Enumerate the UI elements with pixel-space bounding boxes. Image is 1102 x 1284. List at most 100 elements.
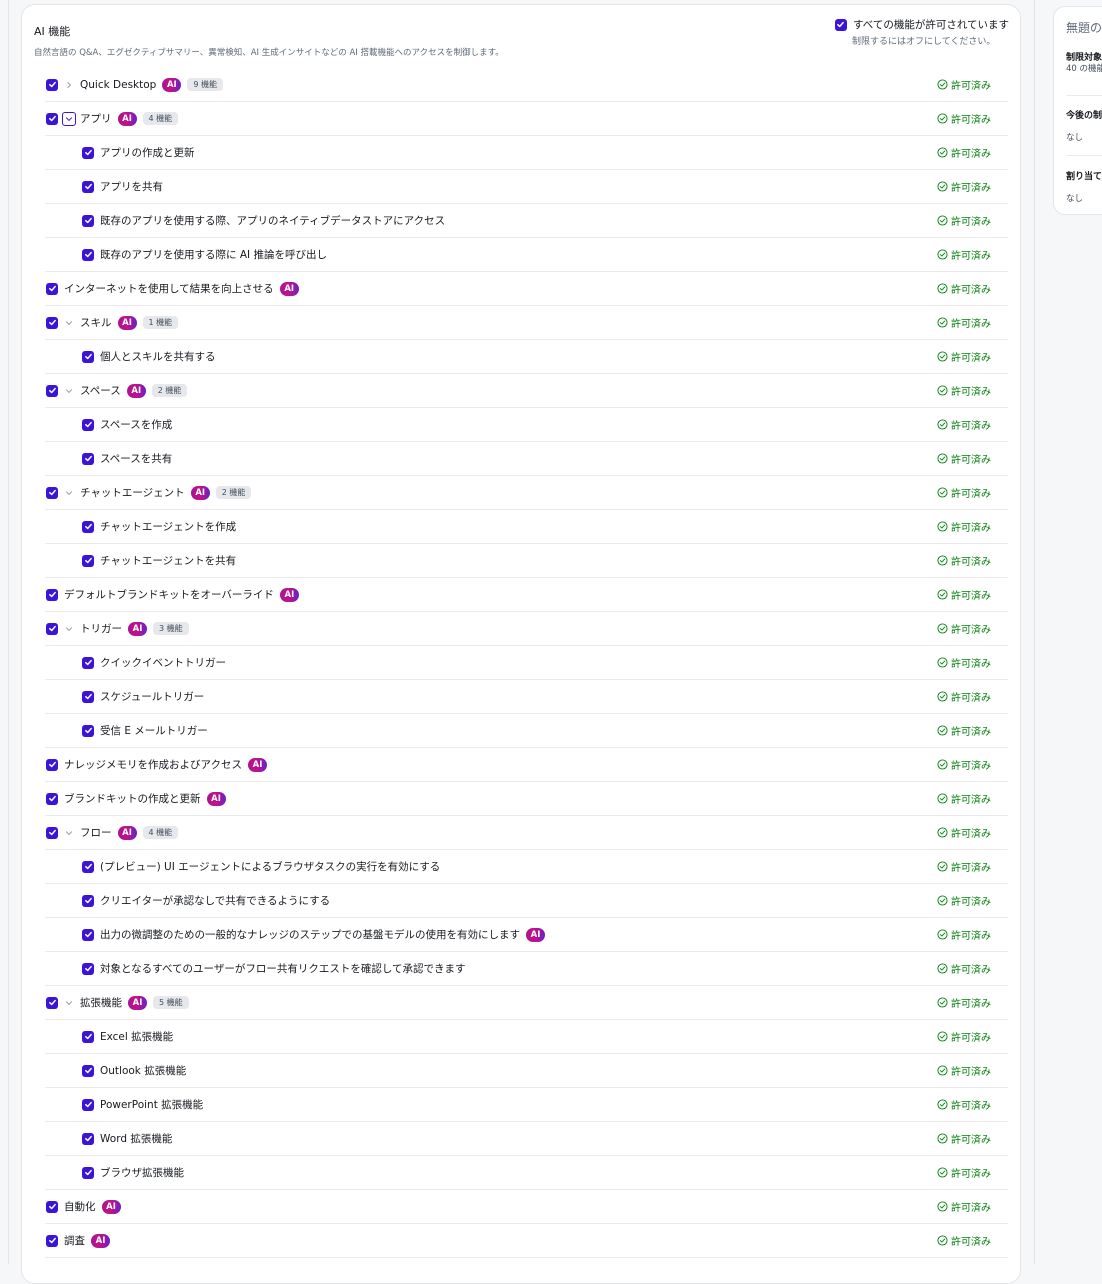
feature-checkbox[interactable] [82,894,94,907]
feature-count-badge: 9 機能 [187,78,223,91]
feature-checkbox[interactable] [82,656,94,669]
section-description: 自然言語の Q&A、エグゼクティブサマリー、異常検知、AI 生成インサイトなどの… [34,48,504,58]
feature-row-main: スペース AI 2 機能 [45,383,188,398]
feature-checkbox[interactable] [46,78,58,91]
feature-checkbox[interactable] [46,112,58,125]
status-allowed: 許可済み [937,825,991,840]
chevron-down-icon[interactable] [62,996,76,1010]
feature-checkbox[interactable] [46,1200,58,1213]
feature-checkbox[interactable] [82,860,94,873]
ai-features-panel: AI 機能 自然言語の Q&A、エグゼクティブサマリー、異常検知、AI 生成イン… [21,4,1021,1284]
feature-checkbox[interactable] [82,248,94,261]
status-allowed: 許可済み [937,791,991,806]
check-circle-icon [937,249,948,260]
feature-row: ナレッジメモリを作成およびアクセス AI 許可済み [45,748,1008,782]
chevron-down-icon[interactable] [62,486,76,500]
feature-checkbox[interactable] [82,1132,94,1145]
feature-checkbox[interactable] [82,214,94,227]
feature-label: 個人とスキルを共有する [100,351,216,363]
feature-row: チャットエージェントを作成 許可済み [45,510,1008,544]
feature-checkbox[interactable] [82,180,94,193]
status-allowed: 許可済み [937,145,991,160]
check-circle-icon [937,521,948,532]
status-label: 許可済み [951,863,991,874]
feature-checkbox[interactable] [82,146,94,159]
feature-row-main: アプリを共有 [45,179,163,194]
check-circle-icon [937,1133,948,1144]
feature-checkbox[interactable] [82,418,94,431]
status-label: 許可済み [951,693,991,704]
feature-checkbox[interactable] [82,962,94,975]
check-circle-icon [937,793,948,804]
feature-checkbox[interactable] [82,928,94,941]
feature-checkbox[interactable] [46,826,58,839]
chevron-right-icon[interactable] [62,78,76,92]
feature-label: チャットエージェント [80,487,185,499]
feature-row: (プレビュー) UI エージェントによるブラウザタスクの実行を有効にする 許可済み [45,850,1008,884]
check-circle-icon [937,1099,948,1110]
check-circle-icon [937,1235,948,1246]
feature-checkbox[interactable] [46,316,58,329]
chevron-down-icon[interactable] [62,111,76,126]
status-label: 許可済み [951,727,991,738]
feature-row-main: 受信 E メールトリガー [45,723,208,738]
feature-checkbox[interactable] [46,486,58,499]
feature-row: トリガー AI 3 機能 許可済み [45,612,1008,646]
feature-checkbox[interactable] [82,350,94,363]
feature-checkbox[interactable] [46,282,58,295]
feature-row-main: ナレッジメモリを作成およびアクセス AI [45,757,267,772]
side-heading-upcoming: 今後の制 [1066,111,1102,121]
status-allowed: 許可済み [937,451,991,466]
checkmark-icon [84,897,92,904]
feature-row-main: デフォルトブランドキットをオーバーライド AI [45,587,299,602]
status-label: 許可済み [951,319,991,330]
feature-checkbox[interactable] [82,1098,94,1111]
check-circle-icon [937,351,948,362]
chevron-down-icon[interactable] [62,826,76,840]
feature-checkbox[interactable] [82,1030,94,1043]
feature-checkbox[interactable] [46,622,58,635]
status-label: 許可済み [951,353,991,364]
chevron-down-icon[interactable] [62,384,76,398]
check-circle-icon [937,725,948,736]
checkmark-icon [84,183,92,190]
feature-checkbox[interactable] [46,384,58,397]
feature-checkbox[interactable] [46,792,58,805]
chevron-down-icon[interactable] [62,316,76,330]
feature-checkbox[interactable] [82,690,94,703]
checkmark-icon [84,931,92,938]
feature-row: スキル AI 1 機能 許可済み [45,306,1008,340]
feature-checkbox[interactable] [82,724,94,737]
status-label: 許可済み [951,387,991,398]
chevron-down-icon[interactable] [62,622,76,636]
feature-row: 自動化 AI 許可済み [45,1190,1008,1224]
status-allowed: 許可済み [937,655,991,670]
check-circle-icon [937,827,948,838]
feature-checkbox[interactable] [46,588,58,601]
feature-label: スペースを作成 [100,419,173,431]
feature-checkbox[interactable] [82,554,94,567]
feature-row: スペース AI 2 機能 許可済み [45,374,1008,408]
status-allowed: 許可済み [937,111,991,126]
feature-label: アプリの作成と更新 [100,147,195,159]
feature-checkbox[interactable] [82,452,94,465]
all-features-checkbox[interactable] [834,18,847,31]
feature-checkbox[interactable] [46,1234,58,1247]
checkmark-icon [48,795,56,802]
ai-badge: AI [526,927,545,942]
feature-label: チャットエージェントを共有 [100,555,237,567]
all-features-toggle[interactable]: すべての機能が許可されています 制限するにはオフにしてください。 [834,17,1009,47]
feature-row-main: 出力の微調整のための一般的なナレッジのステップでの基盤モデルの使用を有効にします… [45,927,545,942]
check-circle-icon [937,419,948,430]
feature-checkbox[interactable] [46,996,58,1009]
status-allowed: 許可済み [937,1165,991,1180]
ai-badge: AI [117,111,137,126]
ai-badge: AI [128,621,147,636]
feature-checkbox[interactable] [46,758,58,771]
feature-checkbox[interactable] [82,1166,94,1179]
feature-row-main: Excel 拡張機能 [45,1029,173,1044]
feature-checkbox[interactable] [82,1064,94,1077]
feature-checkbox[interactable] [82,520,94,533]
status-allowed: 許可済み [937,417,991,432]
feature-row: スペースを共有 許可済み [45,442,1008,476]
